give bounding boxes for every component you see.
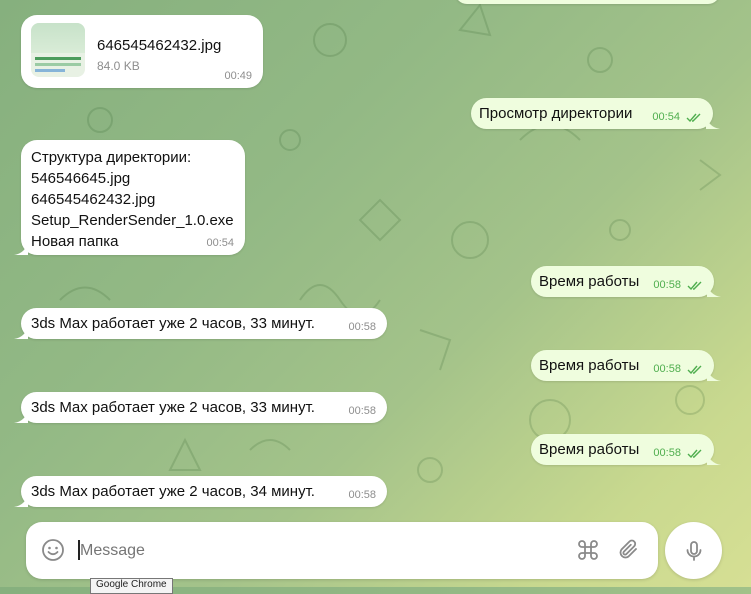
emoji-icon[interactable] xyxy=(41,538,65,562)
message-text: 3ds Max работает уже 2 часов, 33 минут. xyxy=(31,399,315,416)
message-time-status: 00:58 xyxy=(653,363,703,375)
message-time: 00:58 xyxy=(348,321,376,333)
double-check-icon xyxy=(687,281,702,290)
message-text: Просмотр директории xyxy=(479,105,633,122)
file-size: 84.0 KB xyxy=(97,59,140,73)
message-text: Время работы xyxy=(539,357,640,374)
incoming-message[interactable]: 3ds Max работает уже 2 часов, 33 минут. … xyxy=(14,308,387,339)
message-time-status: 00:54 xyxy=(652,111,702,123)
message-time: 00:54 xyxy=(652,111,680,123)
incoming-message[interactable]: 3ds Max работает уже 2 часов, 33 минут. … xyxy=(14,392,387,423)
message-line: Структура директории: xyxy=(31,149,192,166)
double-check-icon xyxy=(686,113,701,122)
outgoing-message[interactable]: Время работы 00:58 xyxy=(531,350,721,381)
message-time: 00:58 xyxy=(653,447,681,459)
message-time: 00:58 xyxy=(348,489,376,501)
bubble-tail xyxy=(707,283,721,297)
message-time: 00:58 xyxy=(653,363,681,375)
message-text: 3ds Max работает уже 2 часов, 34 минут. xyxy=(31,483,315,500)
outgoing-message[interactable]: Время работы 00:58 xyxy=(531,434,721,465)
bubble-tail xyxy=(706,115,720,129)
bubble-tail xyxy=(14,325,28,339)
double-check-icon xyxy=(687,449,702,458)
message-time: 00:58 xyxy=(653,279,681,291)
incoming-message[interactable]: 3ds Max работает уже 2 часов, 34 минут. … xyxy=(14,476,387,507)
taskbar-tooltip: Google Chrome xyxy=(90,578,173,594)
bubble-tail xyxy=(707,367,721,381)
message-line: 546546645.jpg xyxy=(31,170,131,187)
message-line: Новая папка xyxy=(31,233,119,250)
message-time: 00:58 xyxy=(348,405,376,417)
message-time: 00:49 xyxy=(224,70,252,82)
microphone-icon xyxy=(686,540,701,561)
outgoing-message[interactable]: Время работы 00:58 xyxy=(531,266,721,297)
bubble-tail xyxy=(14,409,28,423)
double-check-icon xyxy=(687,365,702,374)
bubble-tail xyxy=(14,241,28,255)
directory-listing-message[interactable]: Структура директории: 546546645.jpg 6465… xyxy=(14,140,245,255)
voice-record-button[interactable] xyxy=(665,522,722,579)
file-name[interactable]: 646545462432.jpg xyxy=(97,35,221,56)
bubble-tail xyxy=(707,451,721,465)
message-time: 00:54 xyxy=(206,237,234,249)
bubble-tail xyxy=(14,493,28,507)
message-text: Время работы xyxy=(539,273,640,290)
message-text: Время работы xyxy=(539,441,640,458)
message-input[interactable] xyxy=(78,537,502,565)
paperclip-icon[interactable] xyxy=(617,538,641,562)
outgoing-message[interactable]: Просмотр директории 00:54 xyxy=(471,98,720,129)
command-icon[interactable] xyxy=(576,538,600,562)
message-composer xyxy=(26,522,658,579)
file-thumbnail[interactable] xyxy=(31,23,85,77)
message-time-status: 00:58 xyxy=(653,447,703,459)
message-line: Setup_RenderSender_1.0.exe xyxy=(31,212,234,229)
file-message[interactable]: 646545462432.jpg 84.0 KB 00:49 xyxy=(21,15,263,88)
message-line: 646545462432.jpg xyxy=(31,191,156,208)
message-bubble-partial[interactable] xyxy=(455,0,720,4)
message-text: 3ds Max работает уже 2 часов, 33 минут. xyxy=(31,315,315,332)
message-time-status: 00:58 xyxy=(653,279,703,291)
